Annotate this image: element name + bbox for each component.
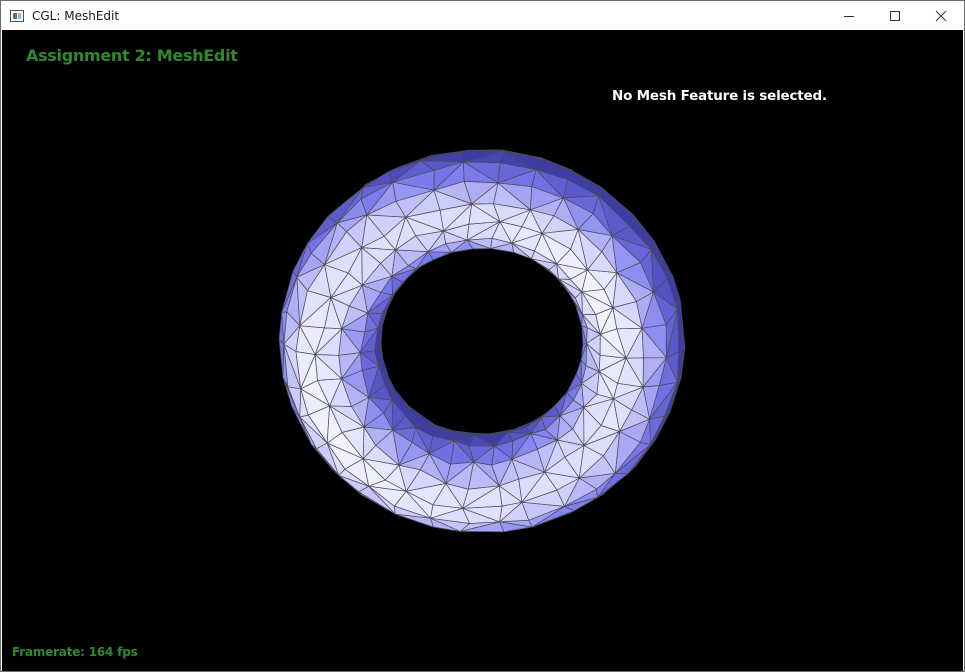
maximize-icon [890, 10, 900, 21]
assignment-title: Assignment 2: MeshEdit [26, 46, 238, 65]
minimize-icon [844, 15, 854, 17]
torus-mesh[interactable] [2, 30, 963, 671]
minimize-button[interactable] [826, 1, 872, 30]
framerate-readout: Framerate: 164 fps [12, 645, 138, 659]
close-icon [935, 10, 947, 21]
title-bar[interactable]: CGL: MeshEdit [1, 1, 964, 30]
app-icon [10, 9, 24, 22]
mesh-face[interactable] [649, 415, 665, 445]
window-title: CGL: MeshEdit [32, 8, 120, 23]
selection-status: No Mesh Feature is selected. [612, 88, 827, 104]
app-window: CGL: MeshEdit Assignment 2: MeshEdit No … [0, 0, 965, 672]
render-viewport[interactable]: Assignment 2: MeshEdit No Mesh Feature i… [2, 30, 963, 671]
close-button[interactable] [918, 1, 964, 30]
window-controls [826, 1, 964, 30]
mesh-face[interactable] [535, 159, 572, 171]
maximize-button[interactable] [872, 1, 918, 30]
